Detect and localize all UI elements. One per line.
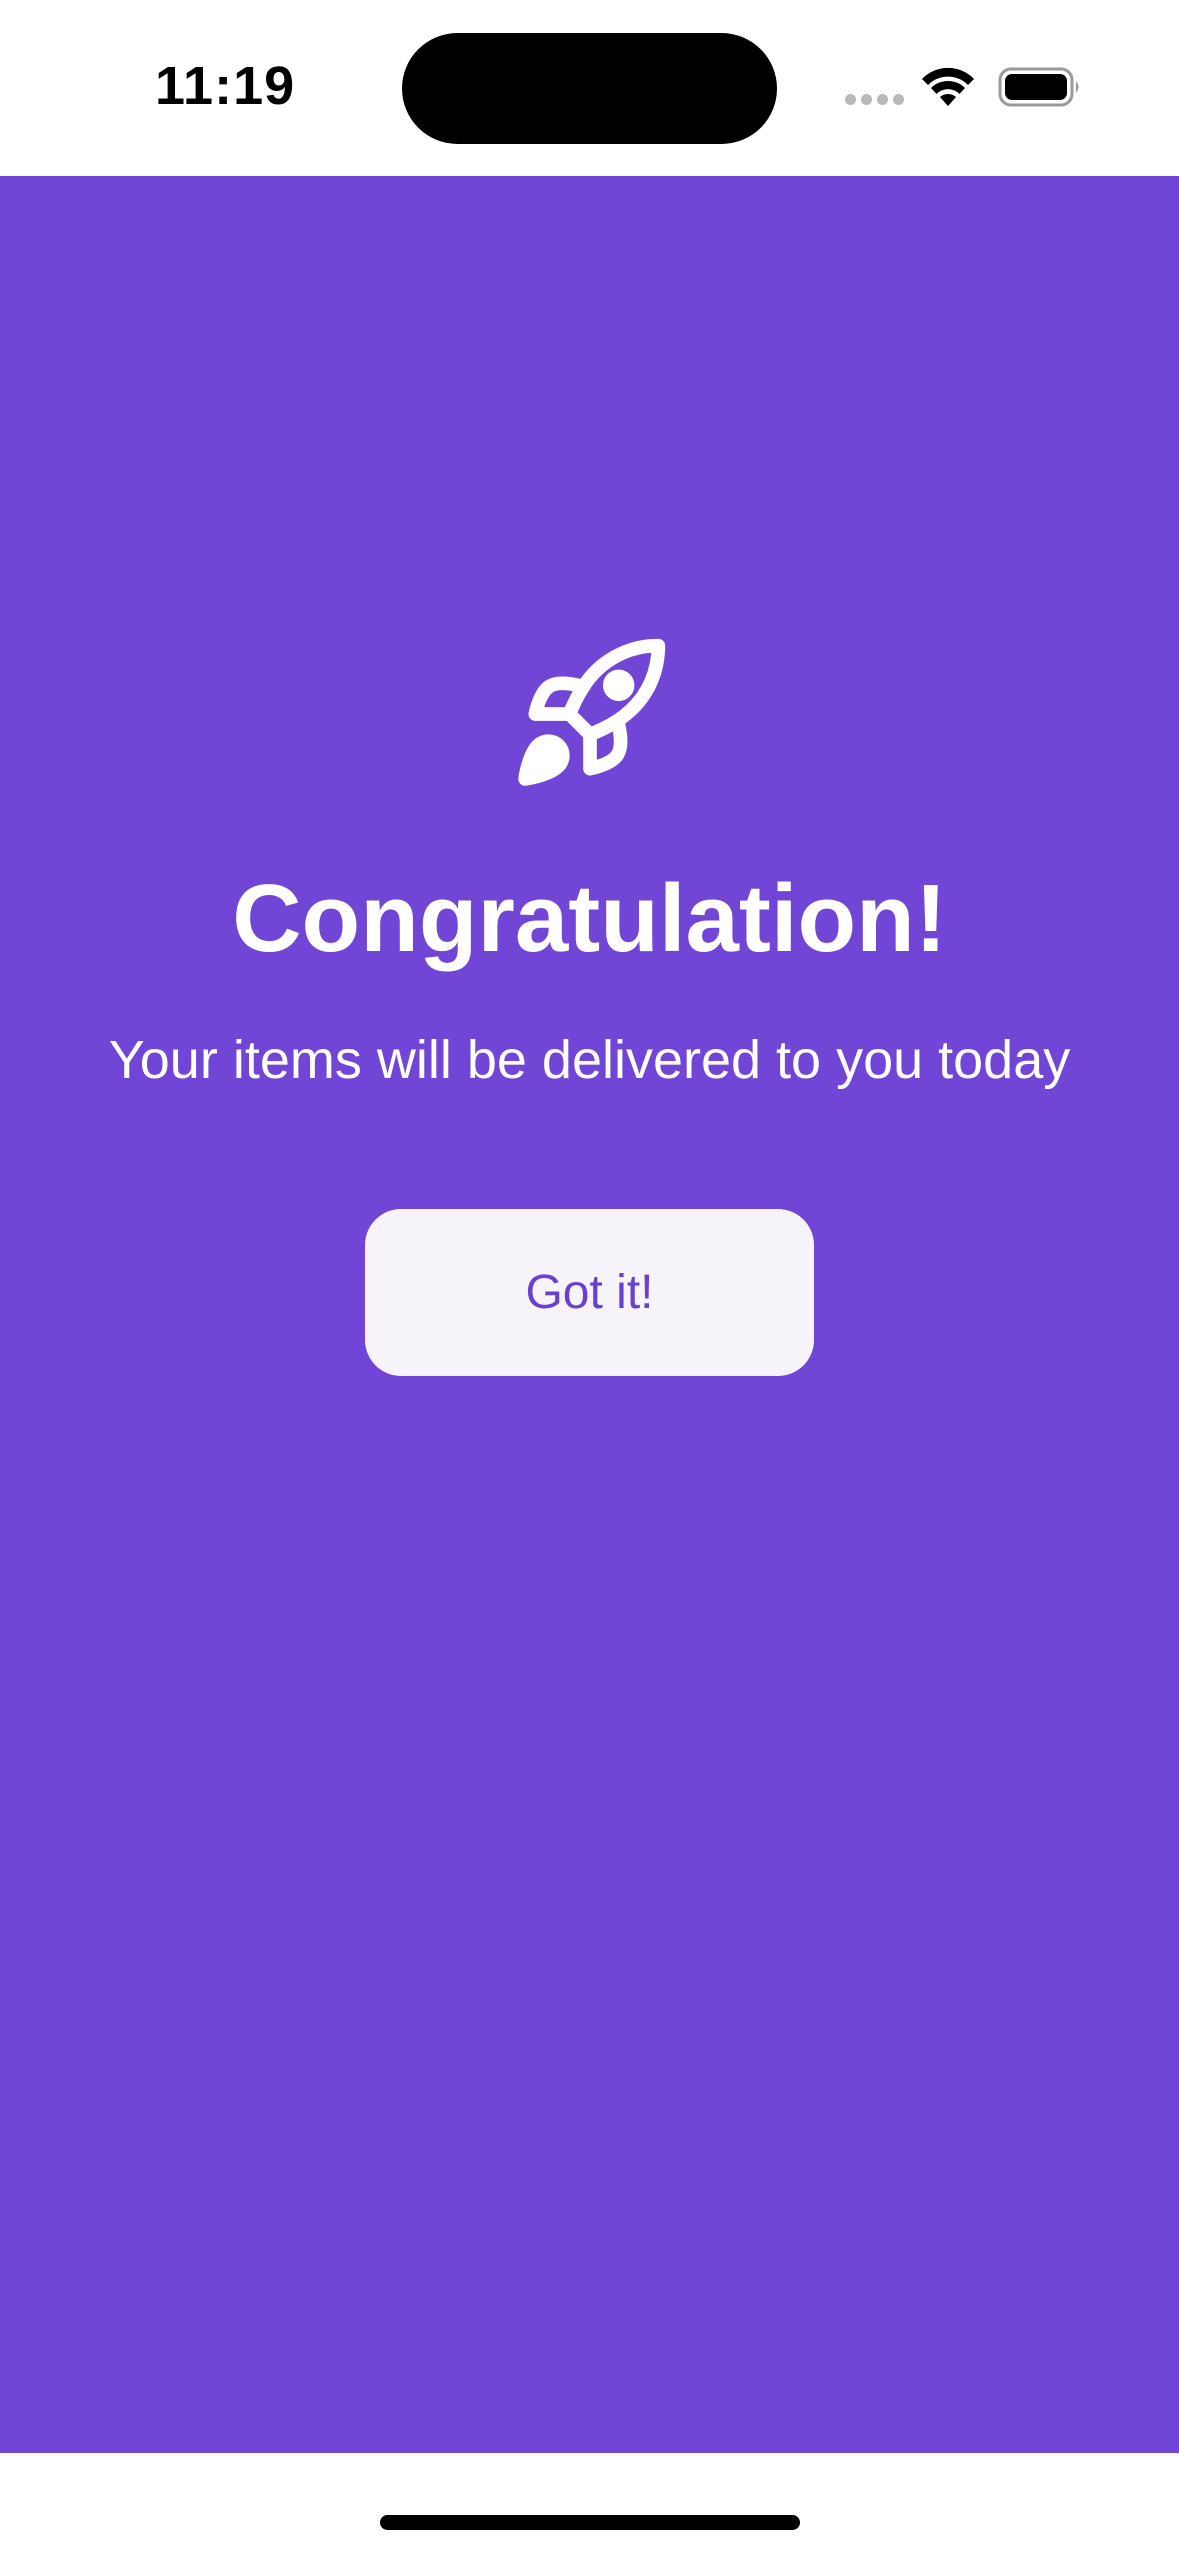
battery-icon — [998, 67, 1079, 107]
dynamic-island — [402, 33, 777, 144]
rocket-icon — [518, 638, 666, 786]
delivery-message: Your items will be delivered to you toda… — [108, 1030, 1071, 1090]
status-bar: 11:19 — [0, 0, 1179, 176]
bottom-safe-area — [0, 2453, 1179, 2556]
got-it-button[interactable]: Got it! — [365, 1209, 814, 1376]
wifi-icon — [922, 67, 974, 106]
status-time: 11:19 — [155, 56, 296, 116]
cellular-signal-icon — [845, 94, 905, 106]
home-indicator[interactable] — [380, 2515, 800, 2530]
page-title: Congratulation! — [232, 865, 947, 972]
